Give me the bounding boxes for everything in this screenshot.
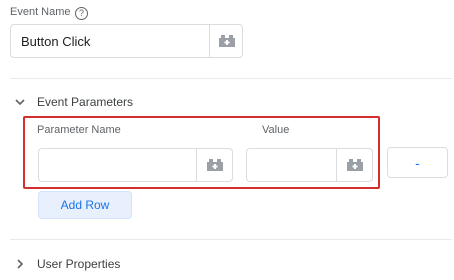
chevron-right-icon [17,259,24,269]
event-name-value: Button Click [21,34,91,49]
variable-picker-button[interactable] [337,149,373,181]
event-parameters-toggle[interactable] [14,95,26,113]
value-header: Value [262,124,290,136]
section-divider [10,239,452,240]
user-properties-toggle[interactable] [14,257,26,275]
event-parameters-title: Event Parameters [37,95,134,109]
help-icon[interactable]: ? [75,7,88,20]
variable-picker-icon [347,159,363,171]
event-name-label: Event Name [10,6,71,18]
parameter-name-field[interactable] [38,148,233,182]
remove-row-button[interactable]: - [387,147,448,178]
chevron-down-icon [15,99,25,106]
section-divider [10,78,452,79]
value-field[interactable] [246,148,373,182]
variable-picker-button[interactable] [210,25,243,57]
variable-picker-button[interactable] [197,149,233,181]
event-name-field[interactable]: Button Click [10,24,243,58]
variable-picker-icon [207,159,223,171]
variable-picker-icon [218,35,235,47]
parameter-name-header: Parameter Name [37,124,121,136]
user-properties-title: User Properties [37,257,121,271]
add-row-button[interactable]: Add Row [38,191,132,219]
